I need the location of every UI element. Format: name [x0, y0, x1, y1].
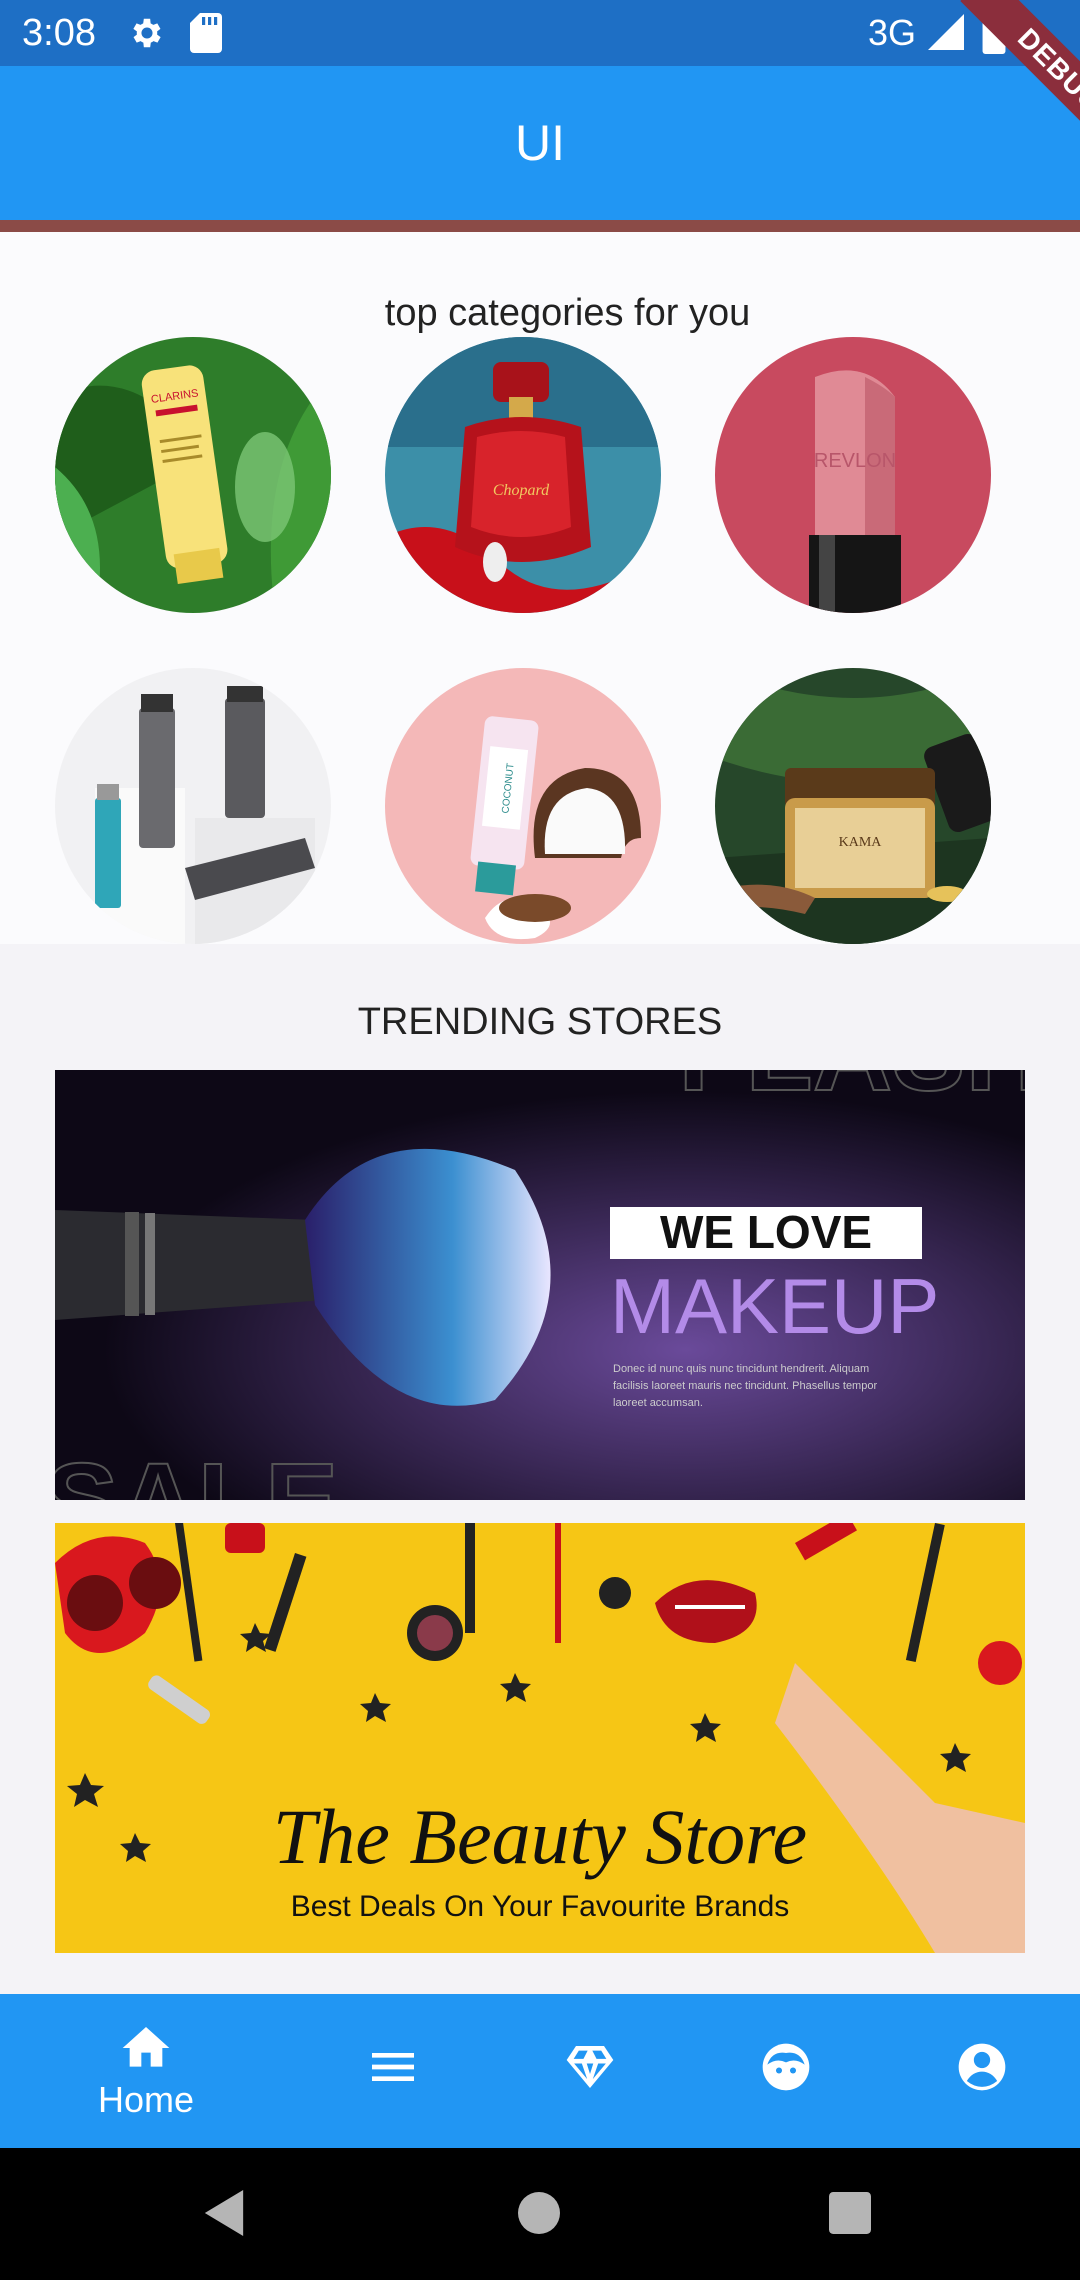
- nav-account[interactable]: [884, 1994, 1080, 2148]
- system-navigation-bar: [0, 2148, 1080, 2280]
- categories-title: top categories for you: [384, 292, 751, 334]
- home-icon: [122, 2027, 170, 2067]
- settings-gear-icon: [133, 18, 161, 48]
- makeup-banner[interactable]: FLASH SALE WE LOVE MAKEUP Donec id nunc …: [55, 1070, 1025, 1500]
- nav-menu[interactable]: [295, 1994, 491, 2148]
- face-cream-jar-image: KAMA: [715, 668, 991, 944]
- category-lipstick[interactable]: REVLON: [715, 337, 991, 613]
- face-icon: [762, 2043, 810, 2091]
- makeup-banner-body-line-2: facilisis laoreet mauris nec tincidunt. …: [613, 1380, 877, 1392]
- skincare-cream-image: CLARINS: [55, 337, 331, 613]
- fragrance-image: Chopard: [385, 337, 661, 613]
- makeup-banner-body-line-3: laoreet accumsan.: [613, 1397, 703, 1409]
- category-fragrance[interactable]: Chopard: [385, 337, 661, 613]
- sd-card-icon: [190, 13, 222, 53]
- recents-square-icon[interactable]: [829, 2192, 871, 2234]
- nav-diamond[interactable]: [492, 1994, 688, 2148]
- category-skincare-cream[interactable]: CLARINS: [55, 337, 331, 613]
- nav-home[interactable]: Home: [48, 1994, 244, 2148]
- menu-icon: [372, 2053, 414, 2081]
- beauty-store-headline: The Beauty Store: [273, 1793, 807, 1880]
- debug-banner: DEBUG: [910, 0, 1080, 170]
- app-bar-accent-strip: [0, 220, 1080, 232]
- trending-title: TRENDING STORES: [357, 1001, 723, 1043]
- sale-background-text: SALE: [55, 1441, 338, 1500]
- status-time: 3:08: [22, 12, 96, 54]
- makeup-banner-body-line-1: Donec id nunc quis nunc tincidunt hendre…: [613, 1363, 869, 1375]
- category-face-cream-jar[interactable]: KAMA: [715, 668, 991, 944]
- beauty-store-subline: Best Deals On Your Favourite Brands: [291, 1890, 790, 1923]
- beauty-store-banner-image: The Beauty Store Best Deals On Your Favo…: [55, 1523, 1025, 1953]
- nav-home-label: Home: [97, 2079, 195, 2120]
- revlon-brand-text: REVLON: [814, 450, 896, 472]
- makeup-banner-image: FLASH SALE WE LOVE MAKEUP Donec id nunc …: [55, 1070, 1025, 1500]
- flash-background-text: FLASH: [678, 1070, 1025, 1114]
- makeup-banner-headline-large: MAKEUP: [610, 1262, 939, 1350]
- category-mens-grooming[interactable]: [55, 668, 331, 944]
- debug-label: DEBUG: [960, 0, 1080, 170]
- home-circle-icon[interactable]: [518, 2192, 560, 2234]
- category-coconut-product[interactable]: COCONUT: [385, 668, 661, 944]
- chopard-brand-text: Chopard: [493, 482, 550, 499]
- mens-grooming-image: [55, 668, 331, 944]
- kama-brand-text: KAMA: [839, 835, 883, 850]
- diamond-icon: [566, 2046, 614, 2088]
- makeup-banner-headline-small: WE LOVE: [660, 1206, 872, 1258]
- back-icon[interactable]: [204, 2190, 244, 2236]
- nav-face[interactable]: [688, 1994, 884, 2148]
- account-icon: [958, 2043, 1006, 2091]
- network-type: 3G: [868, 12, 917, 53]
- beauty-store-banner[interactable]: The Beauty Store Best Deals On Your Favo…: [55, 1523, 1025, 1953]
- coconut-product-image: COCONUT: [385, 668, 661, 944]
- lipstick-image: REVLON: [715, 337, 991, 613]
